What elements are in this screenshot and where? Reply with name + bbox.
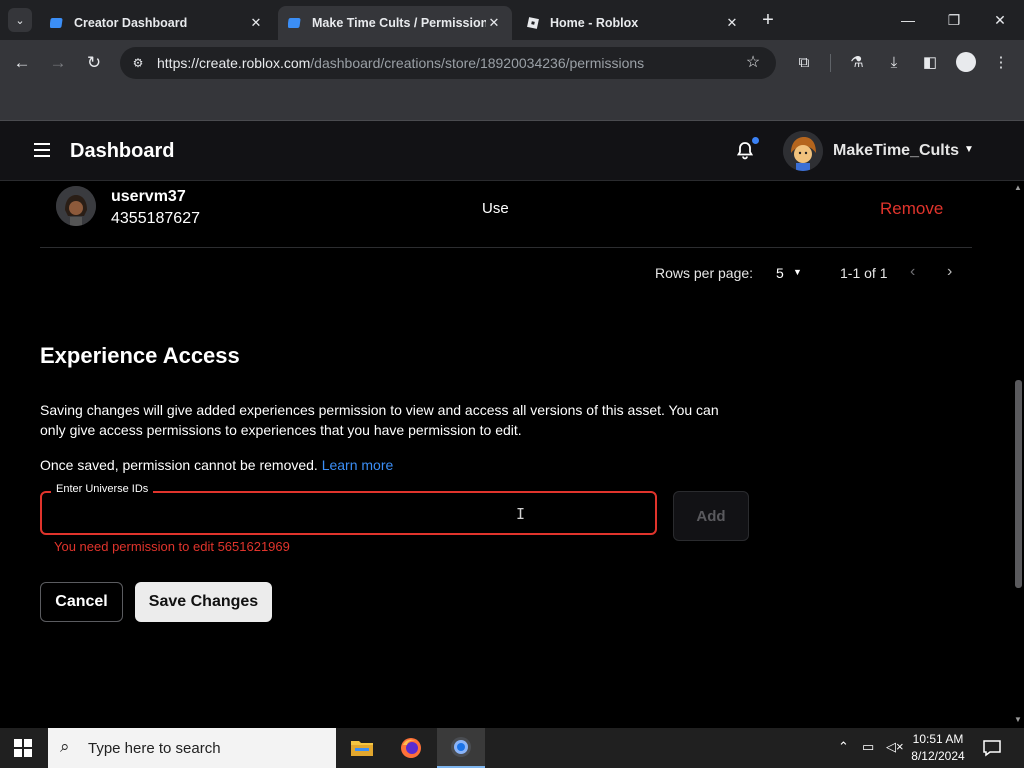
- extensions-icon[interactable]: ⧉: [793, 52, 815, 74]
- tab-label: Make Time Cults / Permissions: [312, 16, 486, 30]
- caret-down-icon[interactable]: ▼: [793, 267, 802, 277]
- back-arrow-icon[interactable]: ←: [10, 51, 34, 75]
- reload-icon[interactable]: ↻: [82, 51, 106, 75]
- volume-muted-icon[interactable]: ◁×: [886, 739, 904, 755]
- search-placeholder: Type here to search: [88, 740, 221, 757]
- profile-icon[interactable]: [956, 52, 976, 72]
- rows-per-page-label: Rows per page:: [655, 265, 754, 281]
- tab-label: Home - Roblox: [550, 16, 639, 30]
- screen: ⌄ Creator Dashboard ✕ Make Time Cults / …: [0, 0, 1024, 768]
- user-avatar: [56, 186, 96, 226]
- chevron-down-icon: ⌄: [15, 14, 25, 27]
- download-icon[interactable]: ⤓: [883, 52, 905, 74]
- windows-start-icon[interactable]: [14, 739, 32, 757]
- note-text: Once saved, permission cannot be removed…: [40, 457, 318, 473]
- bookmark-star-icon[interactable]: ☆: [742, 52, 764, 74]
- permission-row: uservm37 4355187627 Use Remove: [40, 181, 972, 248]
- url-text[interactable]: https://create.roblox.com/dashboard/crea…: [157, 55, 644, 71]
- toolbar-divider: [830, 54, 831, 72]
- hamburger-menu-icon[interactable]: [34, 143, 50, 157]
- chrome-icon[interactable]: [437, 728, 485, 768]
- pagination-range: 1-1 of 1: [840, 265, 888, 281]
- new-tab-plus-icon[interactable]: +: [758, 10, 778, 30]
- window-close-icon[interactable]: ✕: [986, 8, 1014, 32]
- save-changes-button[interactable]: Save Changes: [135, 582, 272, 622]
- user-avatar[interactable]: [783, 131, 823, 171]
- page-title: Dashboard: [70, 140, 175, 162]
- site-info-icon[interactable]: ⚙: [128, 53, 148, 73]
- text-cursor-icon: I: [516, 505, 526, 523]
- search-icon: ⌕: [60, 737, 70, 756]
- system-clock[interactable]: 10:51 AM 8/12/2024: [908, 731, 968, 765]
- bookmark-bar: [0, 86, 1024, 121]
- tab-creator-dashboard[interactable]: Creator Dashboard ✕: [40, 6, 274, 40]
- permission-note: Once saved, permission cannot be removed…: [40, 457, 393, 473]
- scrollbar-thumb[interactable]: [1015, 380, 1022, 588]
- scroll-down-arrow-icon[interactable]: ▼: [1014, 715, 1022, 724]
- scroll-up-arrow-icon[interactable]: ▲: [1014, 183, 1022, 192]
- roblox-studio-icon: [288, 18, 301, 28]
- universe-ids-label: Enter Universe IDs: [51, 483, 154, 495]
- learn-more-link[interactable]: Learn more: [322, 457, 394, 473]
- chevron-left-icon[interactable]: ‹: [910, 263, 915, 281]
- tab-search-button[interactable]: ⌄: [8, 8, 32, 32]
- top-navigation: Dashboard MakeTime_Cults ▼: [0, 121, 1024, 181]
- avatar-icon: [783, 131, 823, 171]
- forward-arrow-icon[interactable]: →: [46, 51, 70, 75]
- user-name: uservm37: [111, 188, 186, 205]
- tab-label: Creator Dashboard: [74, 16, 188, 30]
- restore-icon[interactable]: ❐: [940, 8, 968, 32]
- menu-kebab-icon[interactable]: ⋮: [990, 52, 1012, 74]
- url-path: /dashboard/creations/store/18920034236/p…: [310, 55, 645, 71]
- universe-ids-input[interactable]: [52, 503, 642, 523]
- notification-badge: [752, 137, 759, 144]
- labs-flask-icon[interactable]: ⚗: [846, 52, 868, 74]
- table-pagination: Rows per page: 5 ▼ 1-1 of 1 ‹ ›: [0, 261, 1024, 285]
- chevron-right-icon[interactable]: ›: [947, 263, 952, 281]
- clock-time: 10:51 AM: [912, 732, 964, 746]
- clock-date: 8/12/2024: [911, 749, 965, 763]
- taskbar-search-box[interactable]: ⌕ Type here to search: [48, 728, 336, 768]
- caret-down-icon[interactable]: ▼: [964, 144, 974, 155]
- avatar-icon: [56, 186, 96, 226]
- section-title: Experience Access: [40, 343, 240, 368]
- permission-type: Use: [482, 200, 509, 217]
- roblox-logo-icon: [527, 17, 539, 29]
- network-icon[interactable]: ▭: [862, 739, 874, 755]
- firefox-icon[interactable]: [387, 728, 435, 768]
- field-error-message: You need permission to edit 5651621969: [54, 539, 290, 554]
- section-description: Saving changes will give added experienc…: [40, 402, 719, 438]
- side-panel-icon[interactable]: ◧: [919, 52, 941, 74]
- user-id: 4355187627: [111, 210, 200, 227]
- browser-toolbar: ← → ↻ ⚙ https://create.roblox.com/dashbo…: [0, 40, 1024, 86]
- close-icon[interactable]: ✕: [248, 15, 264, 31]
- minimize-icon[interactable]: —: [894, 8, 922, 32]
- close-icon[interactable]: ✕: [486, 15, 502, 31]
- file-explorer-icon[interactable]: [338, 728, 386, 768]
- windows-taskbar: ⌕ Type here to search ⌃ ▭ ◁× 10:51 AM 8/…: [0, 728, 1024, 768]
- browser-tab-strip: ⌄ Creator Dashboard ✕ Make Time Cults / …: [0, 0, 1024, 40]
- roblox-studio-icon: [50, 18, 63, 28]
- url-host: https://create.roblox.com: [157, 55, 311, 71]
- close-icon[interactable]: ✕: [724, 15, 740, 31]
- username[interactable]: MakeTime_Cults: [833, 142, 959, 160]
- remove-button[interactable]: Remove: [880, 199, 943, 219]
- cancel-button[interactable]: Cancel: [40, 582, 123, 622]
- web-page: Dashboard MakeTime_Cults ▼ uservm37 4355…: [0, 121, 1024, 728]
- action-center-icon[interactable]: [982, 738, 1002, 758]
- tab-permissions[interactable]: Make Time Cults / Permissions ✕: [278, 6, 512, 40]
- tab-home-roblox[interactable]: Home - Roblox ✕: [516, 6, 750, 40]
- add-button[interactable]: Add: [673, 491, 749, 541]
- address-bar[interactable]: ⚙ https://create.roblox.com/dashboard/cr…: [120, 47, 776, 79]
- chevron-up-icon[interactable]: ⌃: [838, 739, 849, 755]
- rows-per-page-select[interactable]: 5: [776, 265, 784, 281]
- universe-ids-field[interactable]: Enter Universe IDs I: [40, 483, 657, 535]
